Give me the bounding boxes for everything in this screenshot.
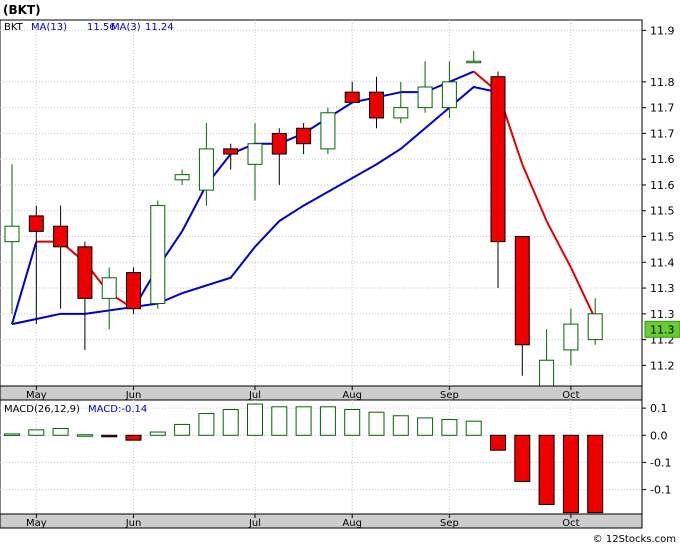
candle-body-up bbox=[247, 143, 263, 165]
macd-bar-positive bbox=[465, 420, 482, 436]
price-x-tick-label: Jun bbox=[125, 390, 142, 401]
macd-bar-negative bbox=[514, 434, 531, 482]
candle-body-down bbox=[28, 215, 44, 232]
copyright-text: © 12Stocks.com bbox=[593, 534, 676, 545]
candle-body-down bbox=[369, 91, 384, 119]
candle-body-up bbox=[320, 112, 336, 150]
macd-bar-negative bbox=[587, 434, 604, 514]
candle-body-down bbox=[53, 225, 69, 248]
legend-ticker: BKT bbox=[4, 22, 24, 33]
macd-bar-positive bbox=[28, 429, 45, 436]
macd-bar-positive bbox=[76, 434, 93, 437]
candle-body-up bbox=[466, 60, 482, 64]
price-x-tick-label: Jul bbox=[248, 390, 261, 401]
legend-ma13-label: MA(13) bbox=[31, 22, 67, 33]
macd-bar-positive bbox=[149, 431, 166, 436]
macd-value: MACD:-0.14 bbox=[88, 404, 147, 415]
macd-bar-positive bbox=[4, 433, 20, 436]
macd-y-tick-label: -0.1 bbox=[650, 456, 671, 469]
macd-x-tick-label: May bbox=[26, 518, 47, 529]
candle bbox=[126, 267, 141, 314]
candle-body-up bbox=[4, 225, 20, 243]
candle-body-up bbox=[101, 277, 117, 299]
candle-body-down bbox=[126, 272, 141, 310]
price-y-tick-label: 11.6 bbox=[650, 153, 675, 166]
candle-body-up bbox=[417, 86, 433, 109]
macd-bar-negative bbox=[125, 434, 142, 441]
macd-bar-positive bbox=[247, 403, 263, 436]
macd-bar-negative bbox=[490, 434, 506, 451]
macd-panel: 0.1 0.0 -0.1 -0.1 May Jun Jul Aug Sep Oct MACD(2… bbox=[0, 399, 671, 529]
price-y-tick-label: 11.2 bbox=[650, 359, 675, 372]
macd-bar-positive bbox=[271, 406, 288, 436]
macd-x-axis-band bbox=[0, 513, 643, 529]
candle-body-down bbox=[223, 148, 239, 155]
macd-y-tick-label: 0.1 bbox=[650, 402, 668, 415]
candle-body-up bbox=[174, 174, 190, 181]
macd-bar-positive bbox=[319, 406, 336, 436]
price-y-tick-label: 11.5 bbox=[650, 231, 675, 244]
price-x-tick-label: Sep bbox=[440, 390, 459, 401]
price-y-tick-label: 11.7 bbox=[650, 127, 675, 140]
price-y-tick-label: 11.8 bbox=[650, 76, 675, 89]
stock-chart: 11.9 11.8 11.7 11.7 11.6 11.6 11.5 11.5 11.4 11.3… bbox=[0, 0, 680, 546]
macd-bar-positive bbox=[417, 417, 434, 436]
price-panel: 11.9 11.8 11.7 11.7 11.6 11.6 11.5 11.5 11.4 11.3… bbox=[0, 19, 680, 401]
price-plot-area bbox=[0, 19, 643, 387]
price-y-tick-label: 11.4 bbox=[650, 256, 675, 269]
macd-bar-positive bbox=[222, 409, 239, 436]
candle-body-down bbox=[514, 236, 530, 346]
macd-x-tick-label: Jul bbox=[248, 518, 261, 529]
macd-y-tick-label: -0.1 bbox=[650, 484, 671, 497]
price-y-tick-label: 11.5 bbox=[650, 205, 675, 218]
macd-bar-positive bbox=[52, 428, 69, 436]
price-x-tick-label: Aug bbox=[342, 390, 362, 401]
price-y-tick-label: 11.3 bbox=[650, 308, 675, 321]
macd-x-tick-label: Jun bbox=[125, 518, 142, 529]
candle-body-up bbox=[441, 81, 457, 109]
candle-body-down bbox=[271, 132, 287, 155]
macd-bar-negative bbox=[538, 434, 555, 505]
ticker-title: (BKT) bbox=[3, 3, 41, 17]
legend-ma3-value: 11.24 bbox=[145, 22, 174, 33]
legend-ma3-label: MA(3) bbox=[111, 22, 141, 33]
candle-body-down bbox=[296, 127, 312, 145]
macd-label: MACD(26,12,9) bbox=[4, 404, 80, 415]
macd-x-tick-label: Sep bbox=[440, 518, 459, 529]
price-y-tick-label: 11.3 bbox=[650, 282, 675, 295]
candle-body-up bbox=[393, 107, 409, 119]
candle-body-up bbox=[198, 148, 214, 191]
macd-bar-positive bbox=[174, 423, 191, 436]
macd-bar-positive bbox=[198, 413, 215, 436]
macd-bar-positive bbox=[344, 409, 361, 436]
candle-body-down bbox=[490, 76, 506, 243]
price-x-tick-label: Oct bbox=[562, 390, 579, 401]
candle bbox=[320, 107, 336, 155]
candle-body-down bbox=[77, 246, 93, 299]
price-y-tick-label: 11.6 bbox=[650, 179, 675, 192]
candle bbox=[150, 200, 166, 309]
last-price-label: 11.3 bbox=[650, 323, 675, 336]
price-x-tick-label: May bbox=[26, 390, 47, 401]
candle-body-up bbox=[587, 313, 603, 341]
price-y-tick-label: 11.9 bbox=[650, 24, 675, 37]
macd-x-tick-label: Oct bbox=[562, 518, 579, 529]
macd-bar-positive bbox=[392, 415, 409, 436]
candle-body-up bbox=[563, 323, 579, 351]
macd-bar-positive bbox=[295, 406, 312, 436]
macd-bar-negative bbox=[562, 434, 579, 514]
macd-x-tick-label: Aug bbox=[342, 518, 362, 529]
macd-bar-negative bbox=[101, 434, 118, 438]
macd-bar-positive bbox=[368, 411, 385, 436]
macd-bar-positive bbox=[441, 419, 458, 436]
price-x-axis-band bbox=[0, 385, 643, 401]
price-y-tick-label: 11.7 bbox=[650, 102, 675, 115]
candle-body-down bbox=[344, 91, 360, 103]
candle-body-up bbox=[150, 205, 166, 305]
macd-y-tick-label: 0.0 bbox=[650, 429, 668, 442]
